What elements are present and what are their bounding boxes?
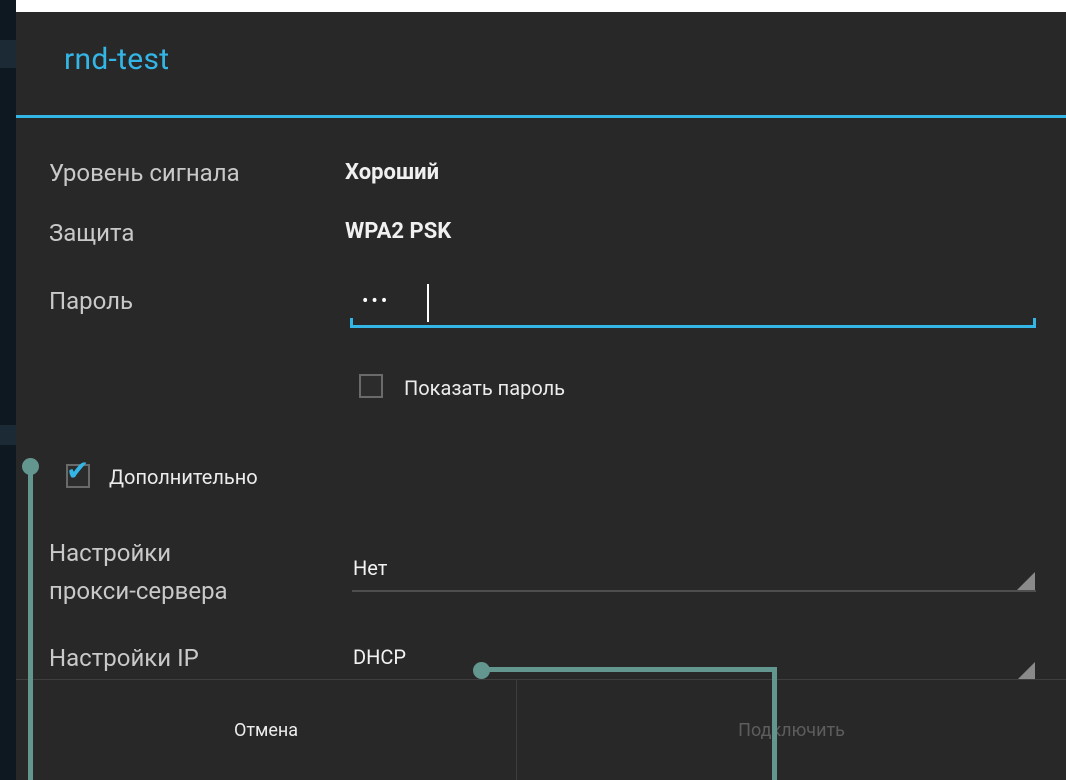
password-value: ••• bbox=[362, 289, 391, 312]
background-edge bbox=[0, 0, 16, 780]
annotation-connector-line bbox=[772, 667, 777, 780]
checkbox-box[interactable] bbox=[359, 374, 383, 398]
security-label: Защита bbox=[49, 219, 135, 247]
text-cursor bbox=[427, 284, 429, 322]
dropdown-triangle-icon bbox=[1017, 662, 1035, 680]
signal-value: Хороший bbox=[345, 160, 440, 185]
background-stripe bbox=[0, 425, 16, 445]
password-label: Пароль bbox=[49, 287, 134, 315]
wifi-connect-dialog: rnd-test Уровень сигнала Хороший Защита … bbox=[16, 12, 1066, 780]
password-underline-tick bbox=[350, 318, 353, 327]
advanced-label[interactable]: Дополнительно bbox=[109, 465, 258, 489]
annotation-connector-line bbox=[481, 667, 777, 672]
spinner-underline bbox=[352, 590, 1036, 592]
background-stripe bbox=[0, 40, 16, 68]
proxy-value: Нет bbox=[353, 556, 388, 580]
signal-label: Уровень сигнала bbox=[49, 159, 240, 187]
checkbox-box[interactable]: ✔ bbox=[66, 454, 90, 488]
show-password-label[interactable]: Показать пароль bbox=[404, 376, 565, 400]
password-underline bbox=[350, 325, 1036, 328]
dialog-button-bar: Отмена Подключить bbox=[16, 679, 1066, 780]
annotation-connector-line bbox=[28, 466, 33, 780]
ip-settings-label: Настройки IP bbox=[49, 644, 199, 672]
proxy-label-line2: прокси-сервера bbox=[49, 577, 228, 605]
checkmark-icon: ✔ bbox=[66, 454, 90, 487]
dropdown-triangle-icon bbox=[1017, 572, 1035, 590]
dialog-title: rnd-test bbox=[64, 42, 170, 77]
proxy-label-line1: Настройки bbox=[49, 539, 172, 567]
password-underline-tick bbox=[1033, 318, 1036, 327]
title-divider bbox=[16, 115, 1066, 118]
connect-button[interactable]: Подключить bbox=[517, 680, 1066, 780]
ip-settings-value: DHCP bbox=[353, 645, 407, 669]
cancel-button[interactable]: Отмена bbox=[16, 680, 516, 780]
security-value: WPA2 PSK bbox=[345, 219, 452, 244]
